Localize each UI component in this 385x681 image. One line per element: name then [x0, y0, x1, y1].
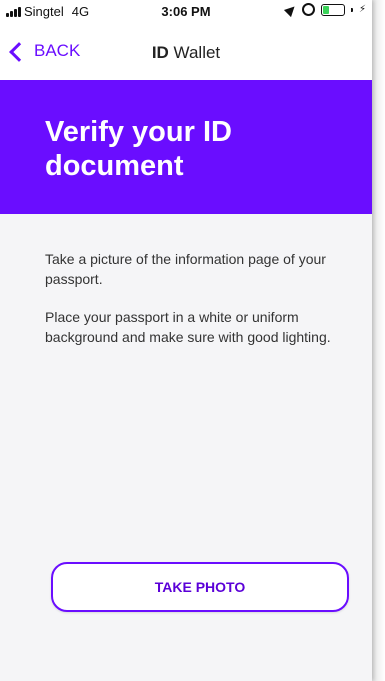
- battery-tip: [350, 7, 353, 12]
- location-icon: [283, 2, 299, 17]
- nav-title-rest: Wallet: [168, 43, 221, 62]
- hero-banner: Verify your ID document: [0, 80, 372, 214]
- nav-title: ID Wallet: [0, 43, 372, 63]
- instructions: Take a picture of the information page o…: [45, 249, 345, 365]
- charging-bolt-icon: ⚡: [358, 4, 366, 15]
- navigation-bar: BACK ID Wallet: [0, 22, 372, 81]
- status-right: ⚡: [283, 2, 366, 17]
- status-bar: Singtel 4G 3:06 PM ⚡: [0, 0, 372, 22]
- screenshot-shadow: [372, 0, 385, 681]
- page-title: Verify your ID document: [45, 116, 232, 182]
- battery-icon: [320, 3, 345, 16]
- instruction-text-2: Place your passport in a white or unifor…: [45, 309, 331, 345]
- take-photo-button[interactable]: TAKE PHOTO: [51, 562, 349, 612]
- alarm-icon: [301, 3, 315, 16]
- phone-screen: Singtel 4G 3:06 PM ⚡ BACK ID Wallet Veri…: [0, 0, 372, 681]
- nav-title-bold: ID: [151, 43, 169, 62]
- instruction-text-1: Take a picture of the information page o…: [45, 251, 326, 287]
